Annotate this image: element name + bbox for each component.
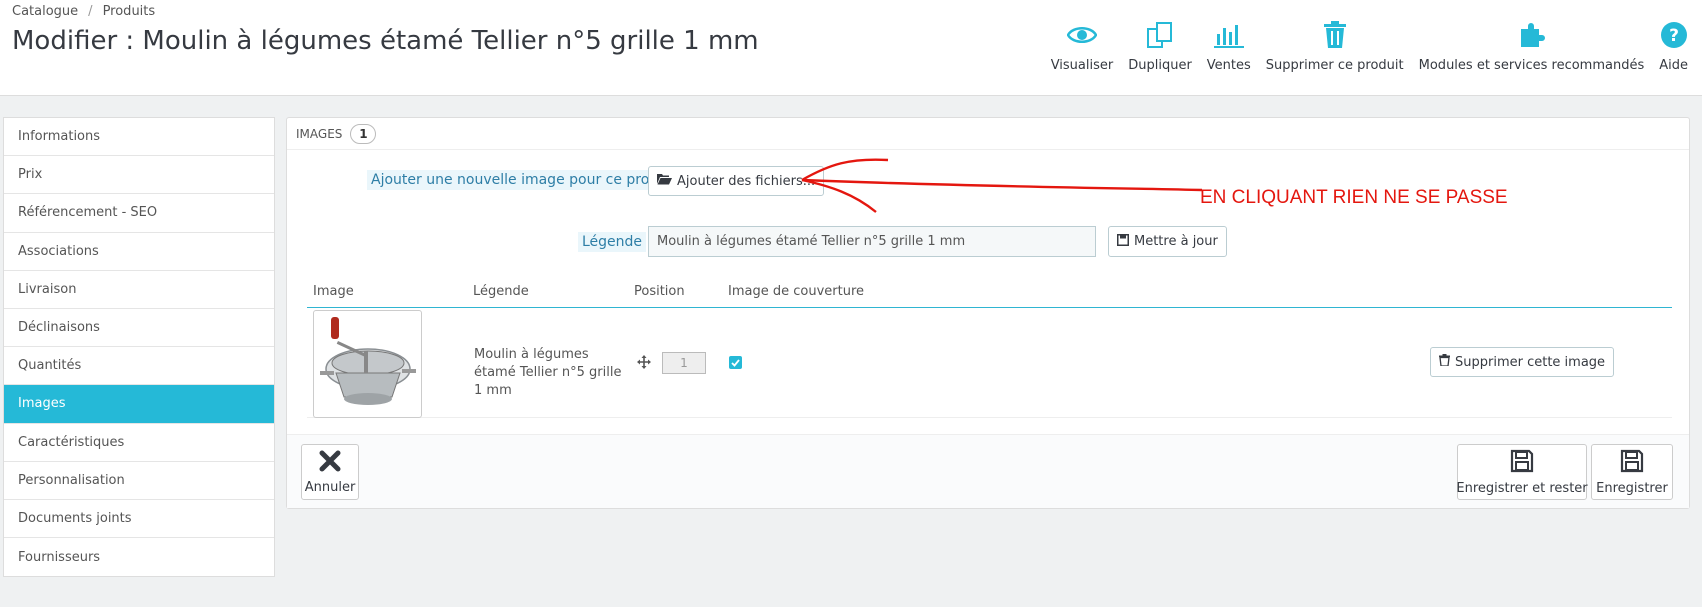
row-legend: Moulin à légumes étamé Tellier n°5 grill…	[474, 347, 622, 398]
modules-button[interactable]: Modules et services recommandés	[1418, 18, 1645, 73]
save-and-stay-button[interactable]: Enregistrer et rester	[1456, 444, 1588, 500]
breadcrumb: Catalogue / Produits	[12, 4, 155, 19]
panel-heading: IMAGES 1	[287, 118, 1689, 150]
folder-open-icon	[657, 173, 672, 189]
sidebar-item-caracteristiques[interactable]: Caractéristiques	[4, 424, 274, 462]
delete-image-label: Supprimer cette image	[1455, 354, 1606, 370]
add-image-label: Ajouter une nouvelle image pour ce produ…	[367, 170, 681, 190]
aide-button[interactable]: ? Aide	[1659, 18, 1688, 73]
visualiser-label: Visualiser	[1050, 58, 1114, 73]
panel-footer: Annuler Enregistrer et rester Enregistre…	[287, 434, 1689, 508]
column-header-image: Image	[313, 284, 354, 299]
sidebar-item-seo[interactable]: Référencement - SEO	[4, 194, 274, 233]
sidebar-item-documents-joints[interactable]: Documents joints	[4, 500, 274, 539]
breadcrumb-item-catalogue[interactable]: Catalogue	[12, 4, 78, 19]
page-title: Modifier : Moulin à légumes étamé Tellie…	[12, 26, 759, 56]
trash-icon	[1439, 354, 1450, 370]
product-tabs-sidebar: Informations Prix Référencement - SEO As…	[3, 117, 275, 578]
floppy-disk-icon	[1620, 449, 1644, 477]
supprimer-produit-label: Supprimer ce produit	[1265, 58, 1404, 73]
column-header-position: Position	[634, 284, 685, 299]
save-icon	[1117, 233, 1129, 250]
update-legend-label: Mettre à jour	[1134, 234, 1218, 249]
update-legend-button[interactable]: Mettre à jour	[1108, 226, 1227, 257]
page-header: Catalogue / Produits Modifier : Moulin à…	[0, 0, 1702, 96]
copy-icon	[1146, 18, 1174, 52]
ventes-label: Ventes	[1206, 58, 1251, 73]
bar-chart-icon	[1213, 18, 1245, 52]
sidebar-item-declinaisons[interactable]: Déclinaisons	[4, 309, 274, 348]
sidebar-item-images[interactable]: Images	[4, 385, 274, 424]
trash-icon	[1323, 18, 1347, 52]
product-thumbnail[interactable]	[313, 310, 422, 418]
cover-image-checkbox[interactable]	[729, 356, 742, 369]
column-header-legende: Légende	[473, 284, 529, 299]
image-count-badge: 1	[350, 123, 377, 144]
toolbar: Visualiser Dupliquer Ventes Supprimer ce…	[1051, 18, 1688, 73]
panel-title: IMAGES	[296, 126, 343, 141]
sidebar-item-livraison[interactable]: Livraison	[4, 271, 274, 309]
save-label: Enregistrer	[1596, 480, 1668, 496]
eye-icon	[1066, 18, 1097, 52]
modules-label: Modules et services recommandés	[1418, 58, 1645, 73]
visualiser-button[interactable]: Visualiser	[1050, 18, 1114, 73]
breadcrumb-separator: /	[88, 4, 93, 19]
supprimer-produit-button[interactable]: Supprimer ce produit	[1266, 18, 1404, 73]
annotation-text: EN CLIQUANT RIEN NE SE PASSE	[1200, 187, 1508, 208]
sidebar-item-informations[interactable]: Informations	[4, 118, 274, 157]
table-row: Moulin à légumes étamé Tellier n°5 grill…	[307, 308, 1672, 418]
sidebar-item-prix[interactable]: Prix	[4, 156, 274, 195]
legend-input[interactable]: Moulin à légumes étamé Tellier n°5 grill…	[648, 226, 1096, 257]
legend-label: Légende	[578, 232, 647, 252]
save-and-stay-label: Enregistrer et rester	[1456, 480, 1588, 496]
aide-label: Aide	[1659, 58, 1688, 73]
sidebar-item-fournisseurs[interactable]: Fournisseurs	[4, 538, 274, 576]
help-icon: ?	[1660, 18, 1688, 52]
save-button[interactable]: Enregistrer	[1591, 444, 1673, 500]
floppy-disk-icon	[1510, 449, 1534, 477]
puzzle-icon	[1517, 18, 1546, 52]
sidebar-item-quantites[interactable]: Quantités	[4, 347, 274, 386]
breadcrumb-item-produits[interactable]: Produits	[103, 4, 156, 19]
close-icon	[319, 450, 341, 476]
svg-text:?: ?	[1669, 26, 1679, 46]
position-input[interactable]: 1	[662, 352, 706, 374]
annotation-arrow	[801, 158, 1203, 213]
ventes-button[interactable]: Ventes	[1207, 18, 1251, 73]
delete-image-button[interactable]: Supprimer cette image	[1430, 347, 1615, 377]
images-table-header: Image Légende Position Image de couvertu…	[307, 282, 1672, 308]
sidebar-item-associations[interactable]: Associations	[4, 233, 274, 271]
sidebar-item-personnalisation[interactable]: Personnalisation	[4, 462, 274, 500]
dupliquer-label: Dupliquer	[1128, 58, 1192, 73]
column-header-couverture: Image de couverture	[728, 284, 864, 299]
cancel-label: Annuler	[304, 479, 356, 495]
dupliquer-button[interactable]: Dupliquer	[1128, 18, 1192, 73]
drag-handle-icon[interactable]	[637, 354, 651, 373]
cancel-button[interactable]: Annuler	[301, 444, 359, 500]
